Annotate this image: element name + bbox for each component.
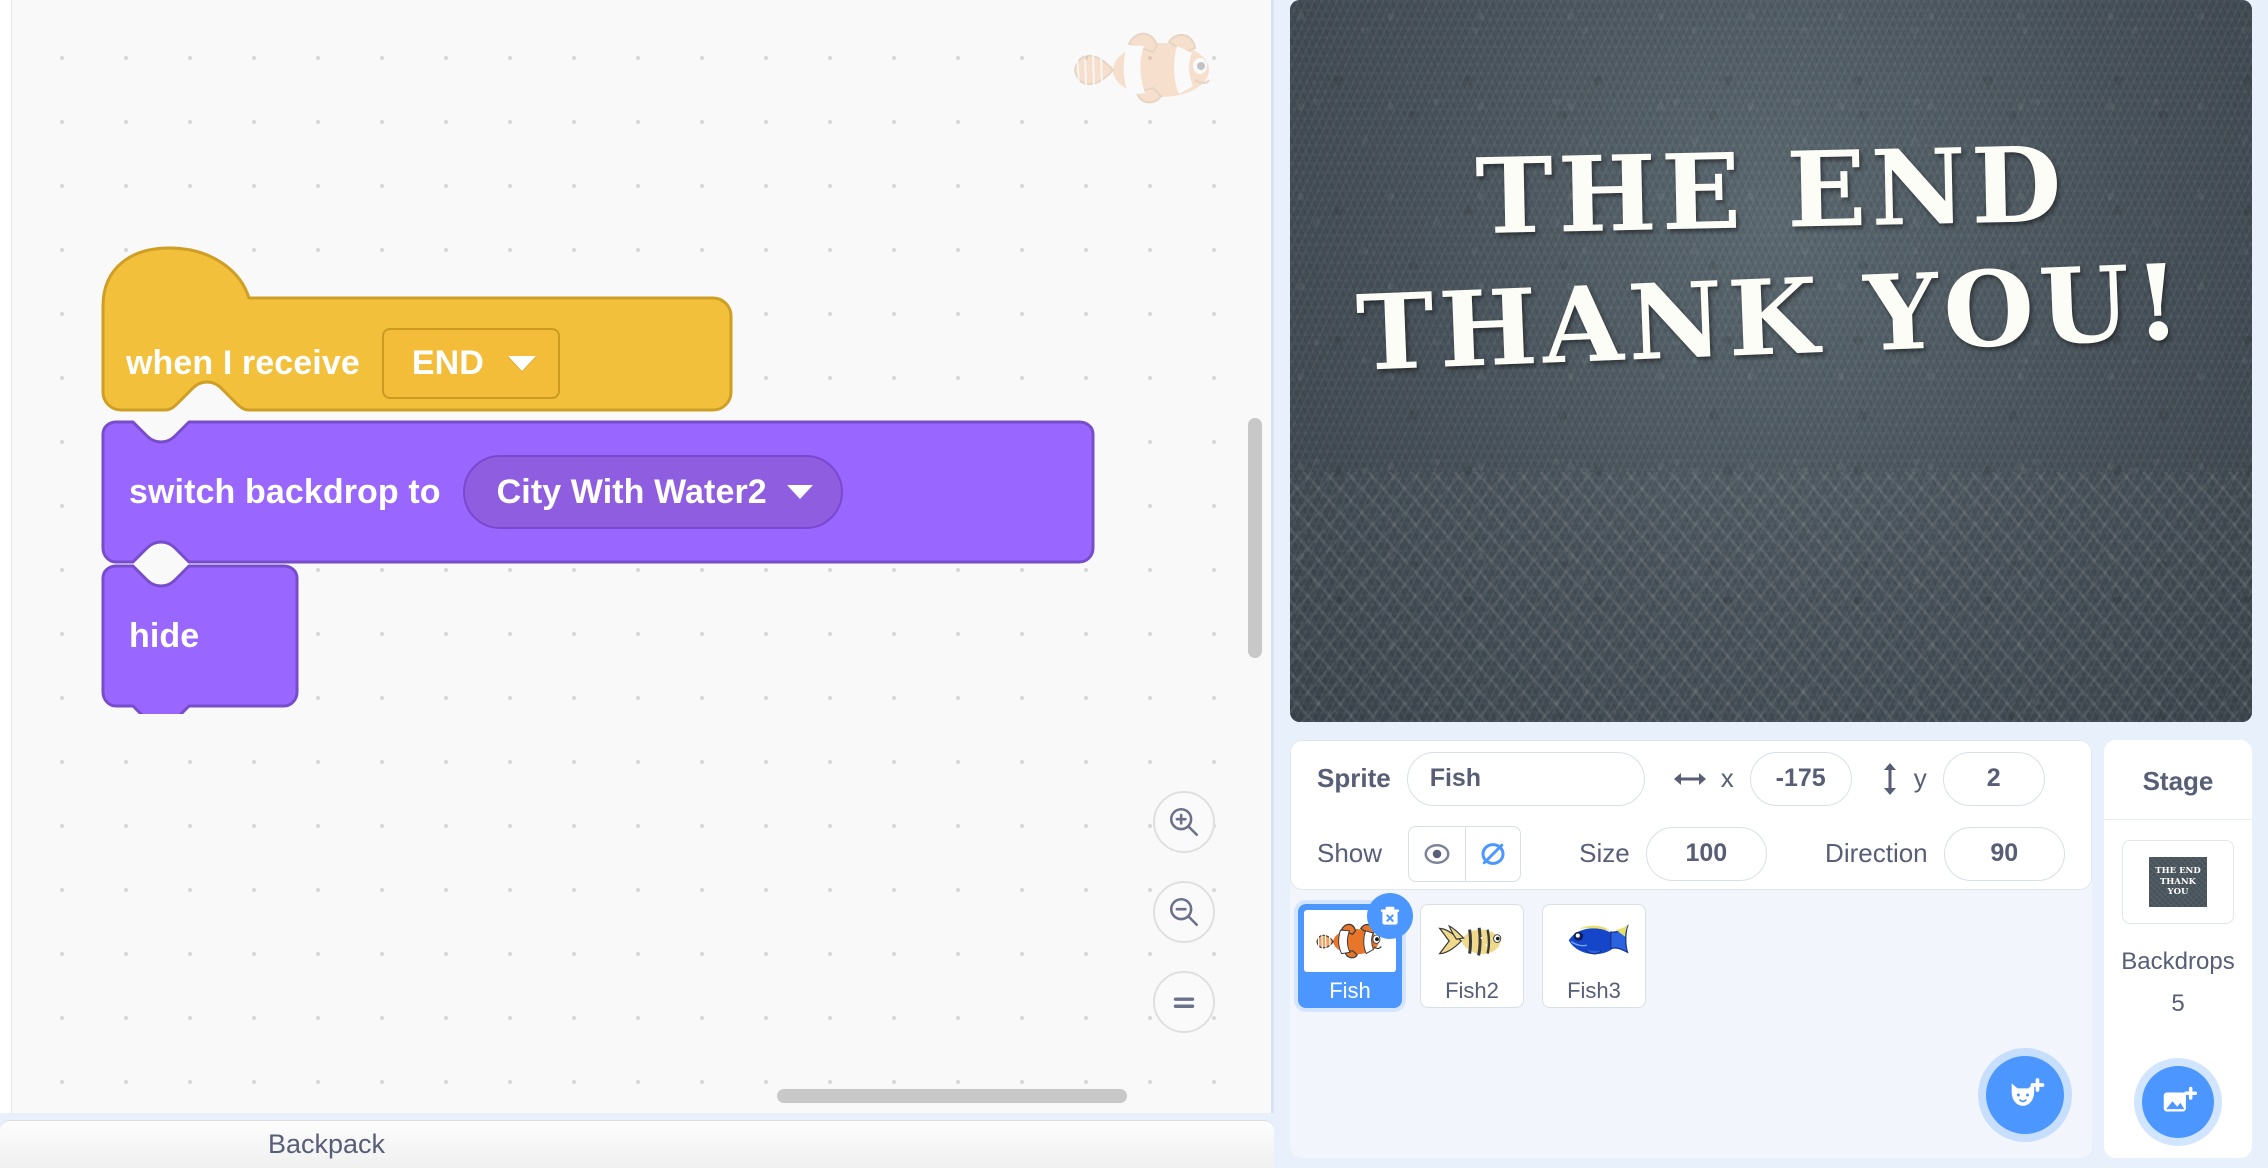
block-when-i-receive[interactable]: when I receive END xyxy=(101,244,733,424)
zoom-reset-icon xyxy=(1173,997,1195,1008)
show-sprite-button[interactable] xyxy=(1409,827,1465,881)
sprite-info-row-2: Show Size 100 Direction 90 xyxy=(1317,816,2065,891)
add-backdrop-button[interactable] xyxy=(2142,1066,2214,1138)
workspace-vertical-scrollbar-thumb[interactable] xyxy=(1248,418,1262,658)
sprite-tile-fish[interactable]: Fish xyxy=(1298,893,1413,1008)
block-switch-backdrop-to[interactable]: switch backdrop to City With Water2 xyxy=(101,420,1101,568)
hide-block-content: hide xyxy=(129,586,199,686)
switch-backdrop-content: switch backdrop to City With Water2 xyxy=(129,442,843,542)
hide-sprite-button[interactable] xyxy=(1464,826,1521,881)
hide-label: hide xyxy=(129,616,200,655)
delete-sprite-button[interactable] xyxy=(1367,893,1413,939)
y-label: y xyxy=(1913,763,1927,793)
stage-thumb-line-2: THANK YOU xyxy=(2159,876,2197,898)
sprite-tile-label: Fish xyxy=(1329,978,1371,1003)
zoom-out-button[interactable] xyxy=(1153,881,1215,943)
show-label: Show xyxy=(1317,838,1383,868)
sprite-name-input[interactable]: Fish xyxy=(1406,751,1645,806)
stage-backdrop-thumbnail-button[interactable]: THE END THANK YOU xyxy=(2122,840,2234,924)
backdrops-label: Backdrops xyxy=(2121,948,2235,975)
workspace-horizontal-scrollbar-thumb[interactable] xyxy=(777,1089,1127,1103)
zoom-in-button[interactable] xyxy=(1153,791,1215,853)
eye-icon xyxy=(1424,843,1450,864)
script-stack[interactable]: when I receive END switch backdrop to Ci… xyxy=(101,244,1101,714)
blue-tang-fish-icon xyxy=(1568,924,1629,955)
sprite-tile-fish3[interactable]: Fish3 xyxy=(1542,904,1646,1008)
code-workspace[interactable]: when I receive END switch backdrop to Ci… xyxy=(0,0,1274,1113)
backdrop-dropdown[interactable]: City With Water2 xyxy=(462,455,843,529)
when-i-receive-label: when I receive xyxy=(126,344,360,382)
x-axis-icon xyxy=(1673,769,1707,789)
trash-delete-icon xyxy=(1380,906,1400,925)
zoom-out-icon xyxy=(1169,897,1199,927)
direction-label: Direction xyxy=(1825,838,1928,868)
y-input[interactable]: 2 xyxy=(1942,751,2045,806)
add-backdrop-image-icon xyxy=(2163,1086,2197,1112)
stage-backdrop-texture xyxy=(1290,472,2252,722)
chevron-down-icon xyxy=(507,356,536,371)
workspace-left-rail xyxy=(0,0,12,1113)
direction-input[interactable]: 90 xyxy=(1943,826,2065,881)
workspace-horizontal-scrollbar[interactable] xyxy=(12,1087,1259,1103)
zoom-in-icon xyxy=(1169,807,1199,837)
sprite-info-row-1: Sprite Fish x -175 y 2 xyxy=(1317,741,2065,816)
stage-backdrop-text: THE END THANK YOU! xyxy=(1290,123,2252,395)
sprite-panel: Sprite Fish x -175 y 2 Show Size 100 Dir… xyxy=(1290,740,2092,1158)
size-label: Size xyxy=(1579,838,1630,868)
sprite-list: Fish Fish2 Fish3 xyxy=(1290,890,2092,1008)
eye-slash-icon xyxy=(1481,842,1505,865)
zoom-reset-button[interactable] xyxy=(1153,971,1215,1033)
message-dropdown[interactable]: END xyxy=(381,328,560,399)
y-axis-icon xyxy=(1880,762,1900,796)
sprite-tile-label: Fish3 xyxy=(1567,978,1621,1003)
stage-thumb-line-1: THE END xyxy=(2155,866,2201,877)
show-hide-toggle xyxy=(1408,825,1522,882)
stage-backdrop-thumbnail: THE END THANK YOU xyxy=(2149,857,2207,907)
stage-selector-panel[interactable]: Stage THE END THANK YOU Backdrops 5 xyxy=(2104,740,2252,1158)
x-input[interactable]: -175 xyxy=(1749,751,1852,806)
sprite-tile-fish2[interactable]: Fish2 xyxy=(1420,904,1524,1008)
backdrop-dropdown-value: City With Water2 xyxy=(496,472,767,511)
sprite-thumbnail xyxy=(1426,910,1518,972)
workspace-vertical-scrollbar[interactable] xyxy=(1247,10,1263,1077)
switch-backdrop-label: switch backdrop to xyxy=(129,472,441,511)
add-sprite-cat-icon xyxy=(2011,1078,2045,1106)
stage-selector-title: Stage xyxy=(2104,740,2252,820)
backdrops-count: 5 xyxy=(2171,990,2185,1017)
size-input[interactable]: 100 xyxy=(1645,826,1768,881)
sprite-thumbnail xyxy=(1548,910,1640,972)
scratch-editor-root: when I receive END switch backdrop to Ci… xyxy=(0,0,2268,1168)
chevron-down-icon xyxy=(786,485,813,499)
add-sprite-button[interactable] xyxy=(1986,1056,2064,1134)
backpack-bar[interactable]: Backpack xyxy=(0,1120,1274,1168)
hat-block-content: when I receive END xyxy=(126,328,560,399)
x-label: x xyxy=(1720,763,1734,793)
zoom-controls xyxy=(1153,791,1215,1033)
backpack-label: Backpack xyxy=(268,1129,386,1159)
message-dropdown-value: END xyxy=(411,344,484,382)
stage[interactable]: THE END THANK YOU! xyxy=(1290,0,2252,722)
yellow-fish-icon xyxy=(1438,924,1502,956)
sprite-name-label: Sprite xyxy=(1317,763,1391,793)
sprite-info-bar: Sprite Fish x -175 y 2 Show Size 100 Dir… xyxy=(1290,740,2092,890)
sprite-tile-label: Fish2 xyxy=(1445,978,1499,1003)
block-hide[interactable]: hide xyxy=(101,564,301,714)
